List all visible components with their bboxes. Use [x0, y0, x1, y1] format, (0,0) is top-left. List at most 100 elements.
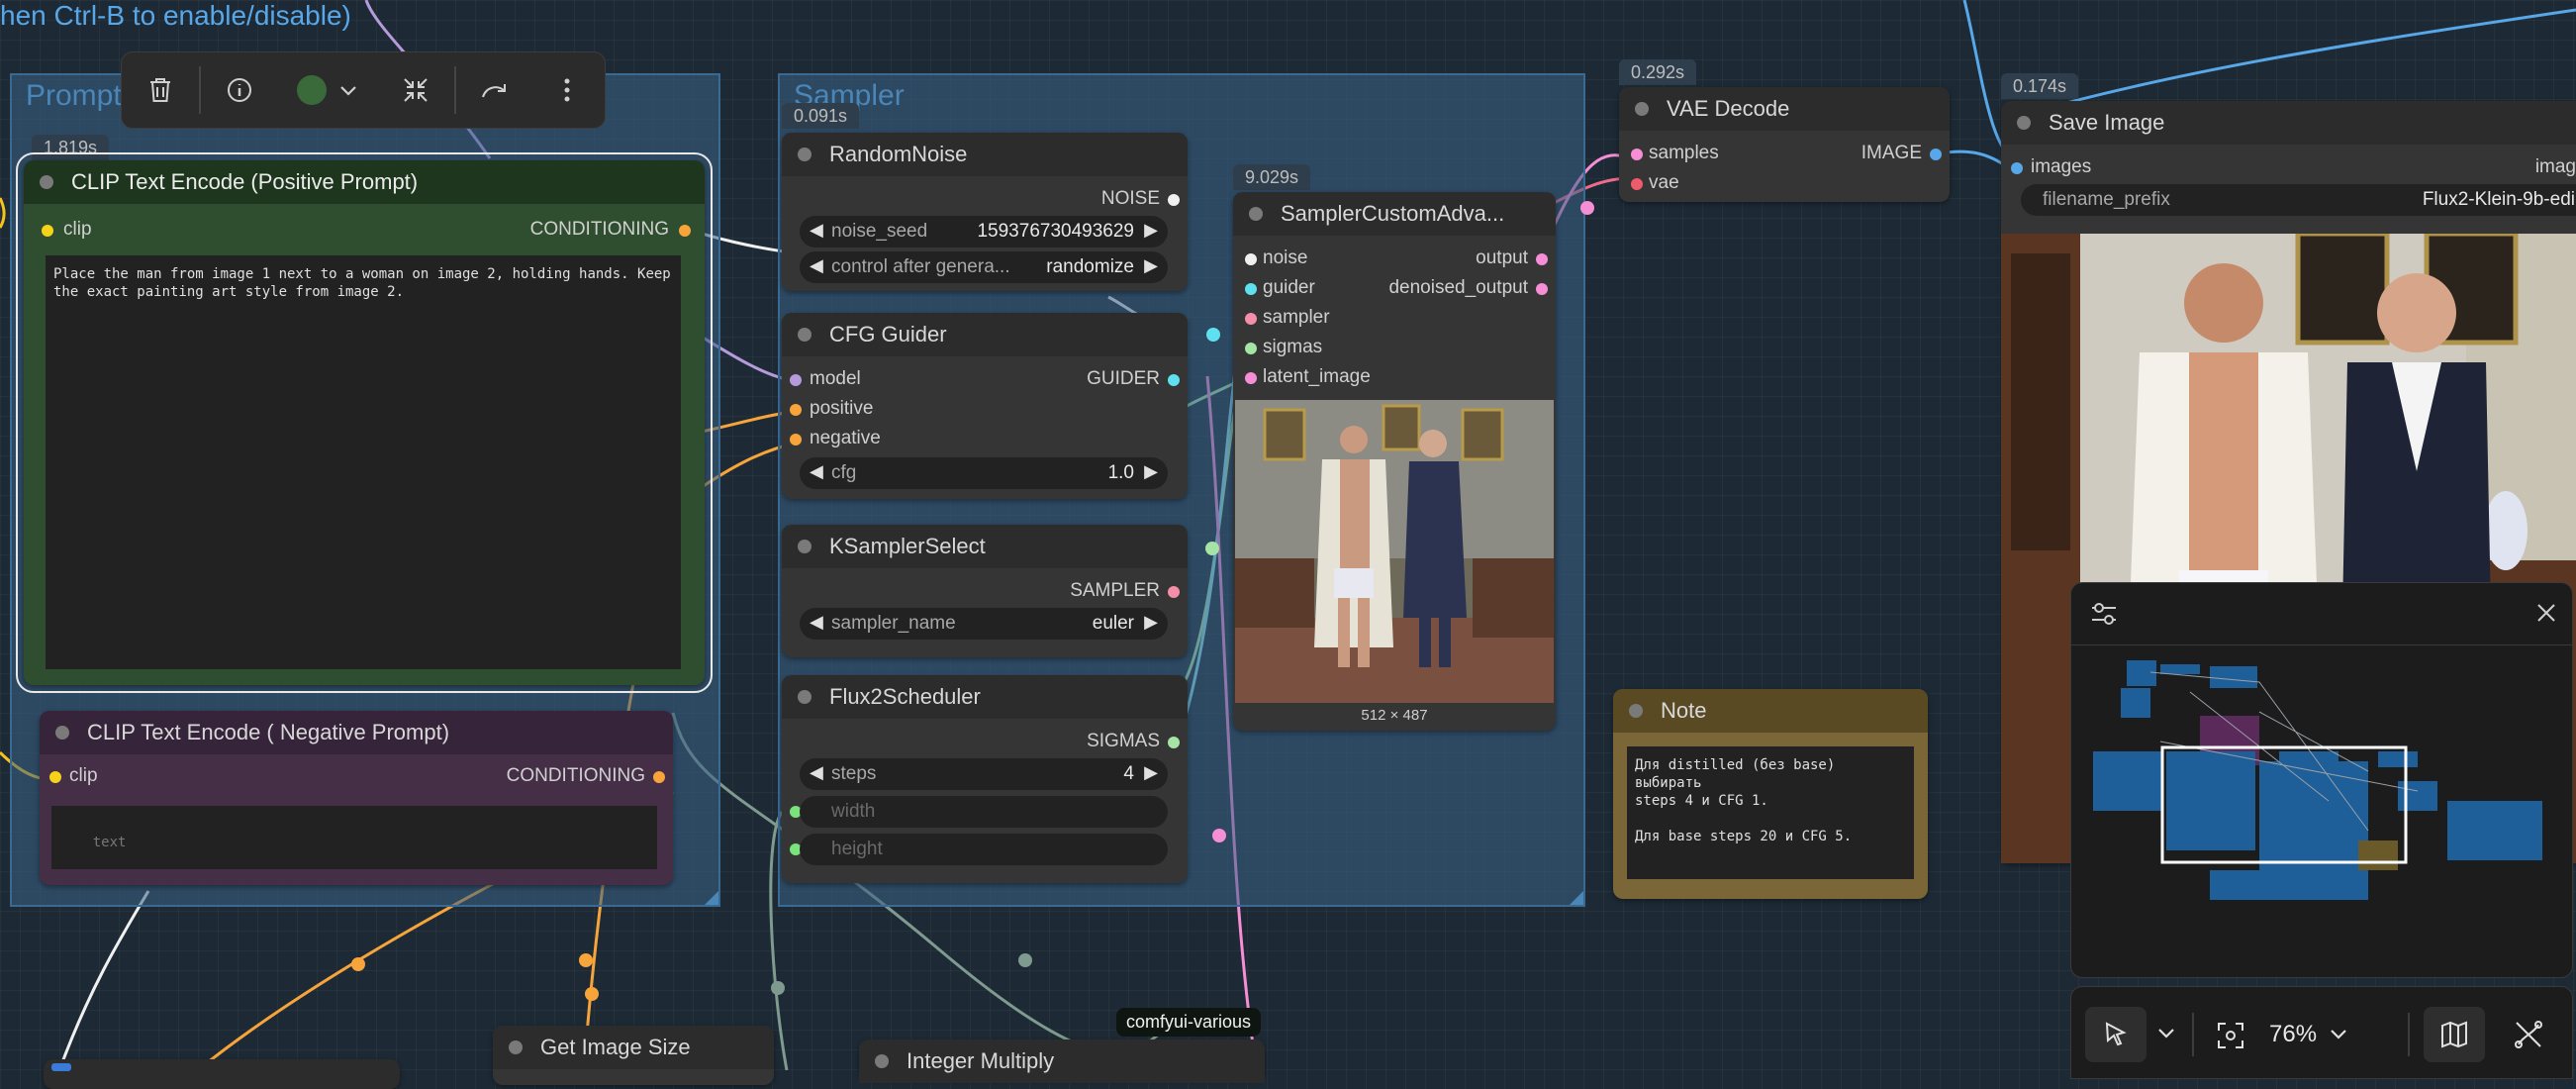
prompt-textarea[interactable]: Place the man from image 1 next to a wom… [46, 255, 681, 669]
node-title: CLIP Text Encode ( Negative Prompt) [87, 720, 450, 744]
node-title-bar[interactable]: VAE Decode [1619, 87, 1950, 131]
next-arrow[interactable]: ▶ [1144, 255, 1158, 276]
output-slot-conditioning[interactable] [653, 771, 665, 783]
output-slot-conditioning[interactable] [679, 225, 691, 237]
redo-button[interactable] [456, 51, 533, 129]
previous-arrow[interactable]: ◀ [810, 255, 823, 276]
node-title-bar[interactable]: CFG Guider [782, 313, 1188, 356]
collapse-dot[interactable] [509, 1040, 523, 1054]
node-title-bar[interactable]: Get Image Size [493, 1026, 774, 1069]
node-title-bar[interactable]: Integer Multiply [859, 1040, 1265, 1083]
collapse-dot[interactable] [1629, 704, 1643, 718]
filename-prefix-widget[interactable]: filename_prefix Flux2-Klein-9b-edi [2021, 184, 2576, 216]
input-slot-clip[interactable] [49, 771, 61, 783]
steps-widget[interactable]: ◀ steps 4 ▶ [800, 758, 1168, 790]
next-arrow[interactable]: ▶ [1144, 612, 1158, 633]
note-textarea[interactable]: Для distilled (без base) выбирать steps … [1627, 746, 1914, 879]
node-sampler-custom-advanced[interactable]: SamplerCustomAdva... noise output guider… [1233, 192, 1556, 731]
node-cfg-guider[interactable]: CFG Guider model GUIDER positive negativ… [782, 313, 1188, 499]
node-title-bar[interactable]: Save Image [2001, 101, 2576, 145]
link-visibility-icon[interactable] [2513, 1019, 2544, 1050]
input-slot-noise[interactable] [1245, 253, 1257, 265]
collapse-dot[interactable] [798, 328, 811, 342]
previous-arrow[interactable]: ◀ [810, 612, 823, 633]
collapse-dot[interactable] [798, 540, 811, 553]
width-widget[interactable]: width [800, 796, 1168, 828]
fit-view-icon[interactable] [2216, 1021, 2245, 1050]
increment-arrow[interactable]: ▶ [1144, 762, 1158, 783]
noise-seed-widget[interactable]: ◀ noise_seed 159376730493629 ▶ [800, 216, 1168, 248]
output-slot-noise[interactable] [1168, 194, 1180, 206]
redo-icon [482, 84, 506, 98]
minimap-toggle-button[interactable] [2424, 1007, 2485, 1062]
node-title-bar[interactable]: CLIP Text Encode ( Negative Prompt) [40, 711, 673, 754]
collapse-dot[interactable] [2017, 116, 2031, 130]
sliders-icon[interactable] [2089, 599, 2119, 629]
collapse-dot[interactable] [40, 175, 53, 189]
input-slot-vae[interactable] [1631, 178, 1643, 190]
node-title-bar[interactable]: SamplerCustomAdva... [1233, 192, 1556, 236]
node-title-bar[interactable]: Note [1613, 689, 1928, 733]
collapse-dot[interactable] [1635, 102, 1649, 116]
node-vae-decode[interactable]: VAE Decode samples IMAGE vae [1619, 87, 1950, 202]
collapse-dot[interactable] [798, 690, 811, 704]
input-slot-latent-image[interactable] [1245, 372, 1257, 384]
node-title-bar[interactable]: KSamplerSelect [782, 525, 1188, 568]
sampler-name-widget[interactable]: ◀ sampler_name euler ▶ [800, 608, 1168, 640]
increment-arrow[interactable]: ▶ [1144, 220, 1158, 241]
collapse-button[interactable] [377, 51, 454, 129]
delete-button[interactable] [122, 51, 199, 129]
decrement-arrow[interactable]: ◀ [810, 461, 823, 482]
node-ksampler-select[interactable]: KSamplerSelect SAMPLER ◀ sampler_name eu… [782, 525, 1188, 657]
input-slot-samples[interactable] [1631, 148, 1643, 160]
output-slot-image[interactable] [1930, 148, 1942, 160]
decrement-arrow[interactable]: ◀ [810, 762, 823, 783]
node-title-bar[interactable]: CLIP Text Encode (Positive Prompt) [24, 160, 705, 204]
node-clip-text-encode-negative[interactable]: CLIP Text Encode ( Negative Prompt) clip… [40, 711, 673, 885]
group-resize-handle[interactable] [705, 891, 718, 905]
input-slot-negative[interactable] [790, 434, 802, 446]
info-button[interactable] [201, 51, 278, 129]
output-slot-sampler[interactable] [1168, 586, 1180, 598]
node-integer-multiply[interactable]: Integer Multiply [859, 1040, 1265, 1083]
textarea-placeholder: text [92, 835, 127, 850]
output-slot-output[interactable] [1536, 253, 1548, 265]
canvas-banner: hen Ctrl-B to enable/disable) [0, 0, 351, 31]
increment-arrow[interactable]: ▶ [1144, 461, 1158, 482]
input-slot-clip[interactable] [42, 225, 53, 237]
node-get-image-size[interactable]: Get Image Size [493, 1026, 774, 1085]
output-slot-sigmas[interactable] [1168, 737, 1180, 748]
cfg-widget[interactable]: ◀ cfg 1.0 ▶ [800, 457, 1168, 489]
output-slot-denoised[interactable] [1536, 283, 1548, 295]
node-title-bar[interactable]: Flux2Scheduler [782, 675, 1188, 719]
zoom-control[interactable]: 76% [2269, 1015, 2378, 1054]
minimap-panel[interactable] [2070, 582, 2573, 978]
node-flux2-scheduler[interactable]: Flux2Scheduler SIGMAS ◀ steps 4 ▶ width … [782, 675, 1188, 883]
input-slot-images[interactable] [2011, 162, 2023, 174]
input-slot-model[interactable] [790, 374, 802, 386]
output-slot-guider[interactable] [1168, 374, 1180, 386]
select-mode-button[interactable] [2085, 1007, 2147, 1062]
collapse-dot[interactable] [1249, 207, 1263, 221]
height-widget[interactable]: height [800, 834, 1168, 865]
input-slot-positive[interactable] [790, 404, 802, 416]
group-resize-handle[interactable] [1570, 891, 1583, 905]
node-partial[interactable] [44, 1059, 400, 1089]
decrement-arrow[interactable]: ◀ [810, 220, 823, 241]
close-icon[interactable] [2534, 601, 2558, 625]
collapse-dot[interactable] [875, 1054, 889, 1068]
node-note[interactable]: Note Для distilled (без base) выбирать s… [1613, 689, 1928, 899]
input-slot-sigmas[interactable] [1245, 343, 1257, 354]
control-after-generate-widget[interactable]: ◀ control after genera... randomize ▶ [800, 251, 1168, 283]
collapse-dot[interactable] [798, 148, 811, 161]
node-clip-text-encode-positive[interactable]: CLIP Text Encode (Positive Prompt) clip … [16, 152, 713, 693]
color-picker-button[interactable] [278, 51, 377, 129]
more-button[interactable] [533, 51, 601, 129]
chevron-down-icon[interactable] [2156, 1027, 2176, 1040]
collapse-dot[interactable] [55, 726, 69, 740]
negative-prompt-textarea[interactable]: text [51, 806, 657, 869]
node-title-bar[interactable]: RandomNoise [782, 133, 1188, 176]
input-slot-sampler[interactable] [1245, 313, 1257, 325]
node-random-noise[interactable]: RandomNoise NOISE ◀ noise_seed 159376730… [782, 133, 1188, 291]
input-slot-guider[interactable] [1245, 283, 1257, 295]
